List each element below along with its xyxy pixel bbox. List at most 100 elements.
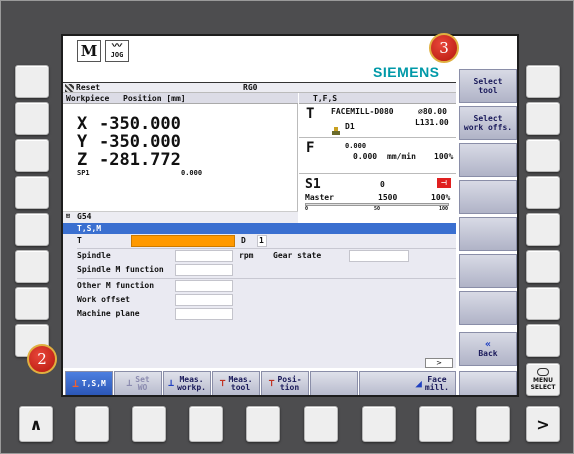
jog-mode-icon[interactable]: 〰 JOG [105, 40, 129, 62]
hw-key-left-7[interactable] [15, 287, 49, 320]
work-offset-row [63, 211, 298, 223]
measure-workpiece-icon: ⊥ [168, 378, 175, 389]
spindle-stop-icon: ⊣ [437, 178, 451, 188]
status-line [63, 83, 456, 93]
other-m-label: Other M function [77, 281, 155, 290]
tsm-row-divider-2 [77, 278, 456, 279]
work-offset-label: Work offset [77, 295, 130, 304]
vsoftkey-6[interactable] [459, 254, 517, 288]
tsm-row-divider-1 [77, 248, 456, 249]
tool-letter: T [306, 106, 315, 122]
scale-100: 100 [439, 206, 449, 212]
rpm-label: rpm [239, 251, 254, 260]
face-mill-softkey[interactable]: ◢ Face mill. [359, 371, 456, 395]
back-softkey[interactable]: « Back [459, 332, 517, 366]
callout-badge-2: 2 [27, 344, 57, 374]
hw-key-left-6[interactable] [15, 250, 49, 283]
feed-value-2: 0.000 [353, 152, 378, 161]
tool-diameter: ⌀80.00 [418, 107, 447, 116]
hw-key-bottom-8[interactable] [476, 406, 510, 442]
tfs-divider-2 [299, 173, 456, 174]
tsm-softkey[interactable]: ⊥ T,S,M [65, 371, 113, 395]
hw-key-right-4[interactable] [526, 176, 560, 209]
hw-key-right-7[interactable] [526, 287, 560, 320]
spindle-master-label: Master [305, 193, 334, 202]
spindle-m-label: Spindle M function [77, 265, 164, 274]
axis-y-name: Y [77, 132, 88, 152]
menu-select-key[interactable]: MENU SELECT [526, 363, 560, 396]
hw-key-right-6[interactable] [526, 250, 560, 283]
program-name: RG0 [243, 83, 258, 92]
hsoftkey-8[interactable] [459, 371, 517, 395]
hw-key-right-8[interactable] [526, 324, 560, 357]
hw-key-right-2[interactable] [526, 102, 560, 135]
vsoftkey-7[interactable] [459, 291, 517, 325]
tsm-title-bar [63, 223, 456, 234]
hsoftkey-6[interactable] [310, 371, 358, 395]
spindle-m-input[interactable] [175, 264, 233, 276]
spindle-sp1-label: SP1 [77, 169, 90, 177]
page-forward-indicator[interactable]: > [425, 358, 453, 368]
tsm-icon: ⊥ [72, 377, 79, 390]
face-mill-icon: ◢ [415, 377, 422, 390]
active-work-offset: G54 [77, 212, 92, 221]
operator-panel-frame: MENU SELECT ∧ > M 〰 JOG SIEMENS Reset RG… [0, 0, 574, 454]
set-wo-softkey[interactable]: ⊥ Set WO [114, 371, 162, 395]
channel-status: Reset [76, 83, 101, 92]
hw-key-left-4[interactable] [15, 176, 49, 209]
recall-up-key[interactable]: ∧ [19, 406, 53, 442]
etc-right-key[interactable]: > [526, 406, 560, 442]
axis-y-value: -350.000 [99, 132, 181, 152]
reset-indicator-icon [65, 84, 74, 92]
hw-key-bottom-1[interactable] [75, 406, 109, 442]
hw-key-left-5[interactable] [15, 213, 49, 246]
hw-key-bottom-7[interactable] [419, 406, 453, 442]
cutting-edge: D1 [345, 122, 355, 131]
select-work-offset-softkey[interactable]: Select work offs. [459, 106, 517, 140]
machine-plane-input[interactable] [175, 308, 233, 320]
position-unit-label: Position [mm] [123, 94, 186, 103]
tool-input[interactable] [131, 235, 235, 247]
d-label: D [241, 236, 246, 245]
hmi-screen: M 〰 JOG SIEMENS Reset RG0 Workpiece Posi… [61, 34, 519, 397]
jog-wave-icon: 〰 [112, 41, 122, 52]
vsoftkey-3[interactable] [459, 143, 517, 177]
hw-key-left-2[interactable] [15, 102, 49, 135]
hw-key-bottom-6[interactable] [362, 406, 396, 442]
t-label: T [77, 236, 82, 245]
feed-letter: F [306, 140, 315, 156]
hw-key-bottom-5[interactable] [304, 406, 338, 442]
hw-key-bottom-4[interactable] [246, 406, 280, 442]
spindle-title: S1 [305, 177, 321, 192]
hw-key-left-1[interactable] [15, 65, 49, 98]
feed-unit: mm/min [387, 152, 416, 161]
feed-value-1: 0.000 [345, 142, 367, 150]
hw-key-right-3[interactable] [526, 139, 560, 172]
callout-badge-3: 3 [429, 33, 459, 63]
menu-select-icon [537, 368, 549, 376]
spindle-label: Spindle [77, 251, 111, 260]
hw-key-right-1[interactable] [526, 65, 560, 98]
work-offset-input[interactable] [175, 294, 233, 306]
machine-mode-icon[interactable]: M [77, 40, 101, 62]
position-softkey[interactable]: ⊤ Posi-tion [261, 371, 309, 395]
measure-workpiece-softkey[interactable]: ⊥ Meas. workp. [163, 371, 211, 395]
select-tool-softkey[interactable]: Select tool [459, 69, 517, 103]
gear-state-input[interactable] [349, 250, 409, 262]
tfs-title: T,F,S [313, 94, 338, 103]
hw-key-bottom-3[interactable] [189, 406, 223, 442]
axis-z-value: -281.772 [99, 150, 181, 170]
hw-key-bottom-2[interactable] [132, 406, 166, 442]
feed-override: 100% [434, 152, 454, 161]
scale-0: 0 [305, 206, 309, 212]
vsoftkey-4[interactable] [459, 180, 517, 214]
vsoftkey-5[interactable] [459, 217, 517, 251]
spindle-max: 1500 [378, 193, 398, 202]
other-m-input[interactable] [175, 280, 233, 292]
spindle-override: 100% [431, 193, 451, 202]
hw-key-left-3[interactable] [15, 139, 49, 172]
tsm-title: T,S,M [77, 224, 102, 233]
measure-tool-softkey[interactable]: ⊤ Meas. tool [212, 371, 260, 395]
spindle-input[interactable] [175, 250, 233, 262]
hw-key-right-5[interactable] [526, 213, 560, 246]
